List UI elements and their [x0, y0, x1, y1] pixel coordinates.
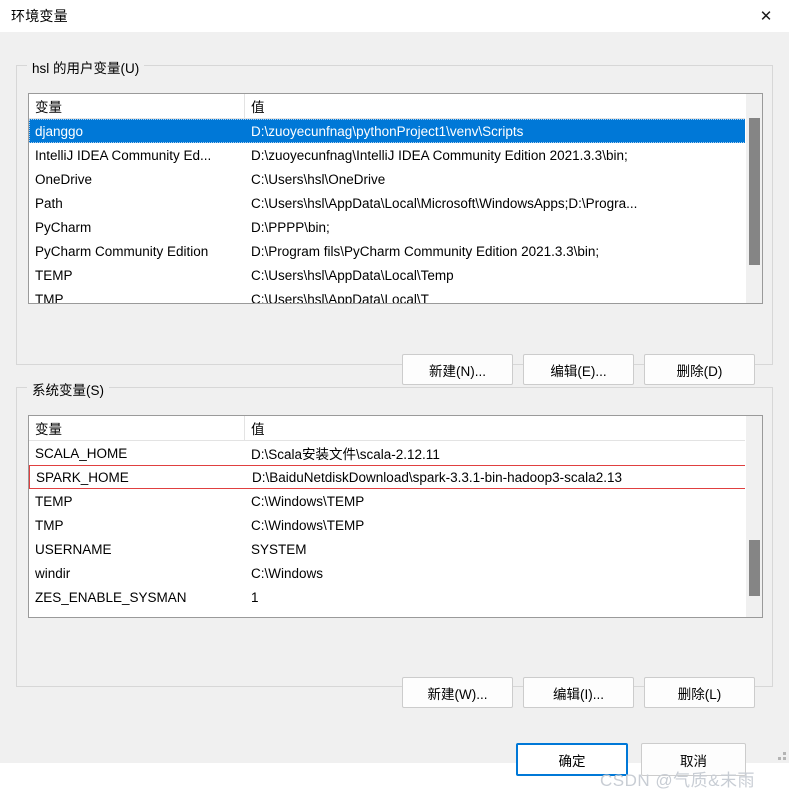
system-variables-legend: 系统变量(S)	[27, 379, 109, 399]
user-list-scrollbar[interactable]	[745, 94, 762, 303]
system-column-header-value[interactable]: 值	[245, 416, 762, 440]
table-row[interactable]: Path C:\Users\hsl\AppData\Local\Microsoft…	[29, 191, 762, 215]
user_section-row-value: D:\zuoyecunfnag\pythonProject1\venv\Scri…	[251, 123, 524, 139]
table-row[interactable]: SCALA_HOME D:\Scala安装文件\scala-2.12.11	[29, 441, 762, 465]
table-row[interactable]: PyCharm D:\PPPP\bin;	[29, 215, 762, 239]
system_section-row-name: windir	[35, 565, 71, 581]
dialog-body: hsl 的用户变量(U) 变量 值 djanggo D:\zuoyecunfnag…	[0, 32, 789, 790]
table-row[interactable]: PyCharm Community Edition D:\Program fils…	[29, 239, 762, 263]
user-list-rows: djanggo D:\zuoyecunfnag\pythonProject1\ve…	[29, 119, 762, 304]
table-row[interactable]: windir C:\Windows	[29, 561, 762, 585]
user-delete-button[interactable]: 删除(D)	[644, 354, 755, 385]
table-row[interactable]: SPARK_HOME D:\BaiduNetdiskDownload\spark-…	[29, 465, 762, 489]
system-edit-button[interactable]: 编辑(I)...	[523, 677, 634, 708]
user-column-header-value[interactable]: 值	[245, 94, 762, 118]
user-new-button[interactable]: 新建(N)...	[402, 354, 513, 385]
user_section-row-value: C:\Users\hsl\AppData\Local\Microsoft\Win…	[251, 195, 638, 211]
system-new-button[interactable]: 新建(W)...	[402, 677, 513, 708]
system-column-header-name[interactable]: 变量	[29, 416, 245, 440]
user_section-row-name: OneDrive	[35, 171, 93, 187]
ok-button[interactable]: 确定	[516, 743, 628, 776]
table-row[interactable]: USERNAME SYSTEM	[29, 537, 762, 561]
user_section-row-name: IntelliJ IDEA Community Ed...	[35, 147, 212, 163]
table-row[interactable]: TEMP C:\Users\hsl\AppData\Local\Temp	[29, 263, 762, 287]
table-row[interactable]: djanggo D:\zuoyecunfnag\pythonProject1\ve…	[29, 119, 762, 143]
user_section-row-name: PyCharm	[35, 219, 92, 235]
user-column-header-name[interactable]: 变量	[29, 94, 245, 118]
table-row[interactable]: OneDrive C:\Users\hsl\OneDrive	[29, 167, 762, 191]
system_section-row-value: SYSTEM	[251, 541, 307, 557]
close-icon[interactable]: ✕	[743, 0, 789, 32]
system_section-row-name: TMP	[35, 517, 64, 533]
resize-grip[interactable]	[774, 748, 786, 760]
user_section-row-value: D:\zuoyecunfnag\IntelliJ IDEA Community …	[251, 147, 628, 163]
user_section-row-name: djanggo	[35, 123, 84, 139]
system-variables-listview[interactable]: 变量 值 SCALA_HOME D:\Scala安装文件\scala-2.12.1…	[28, 415, 763, 618]
system_section-row-name: USERNAME	[35, 541, 112, 557]
system-delete-button[interactable]: 删除(L)	[644, 677, 755, 708]
system-list-header: 变量 值	[29, 416, 762, 441]
table-row[interactable]: ZES_ENABLE_SYSMAN 1	[29, 585, 762, 609]
user-variables-legend: hsl 的用户变量(U)	[27, 57, 145, 77]
system_section-row-value: D:\BaiduNetdiskDownload\spark-3.3.1-bin-…	[252, 469, 622, 485]
table-row[interactable]: IntelliJ IDEA Community Ed... D:\zuoyecun…	[29, 143, 762, 167]
table-row[interactable]: TMP C:\Users\hsl\AppData\Local\T	[29, 287, 762, 304]
system_section-row-name: TEMP	[35, 493, 73, 509]
system_section-row-value: C:\Windows	[251, 565, 324, 581]
system-list-rows: SCALA_HOME D:\Scala安装文件\scala-2.12.11 SPAR…	[29, 441, 762, 609]
system-variables-group: 系统变量(S) 变量 值 SCALA_HOME D:\Scala安装文件\scal…	[16, 379, 773, 687]
system_section-row-value: C:\Windows\TEMP	[251, 493, 365, 509]
user_section-row-value: D:\Program fils\PyCharm Community Editio…	[251, 243, 600, 259]
cancel-button[interactable]: 取消	[641, 743, 746, 776]
user-list-scrollbar-thumb[interactable]	[749, 118, 760, 265]
table-row[interactable]: TEMP C:\Windows\TEMP	[29, 489, 762, 513]
system-list-scrollbar[interactable]	[745, 416, 762, 617]
system_section-row-value: C:\Windows\TEMP	[251, 517, 365, 533]
system-list-scrollbar-thumb[interactable]	[749, 540, 760, 596]
system_section-row-name: ZES_ENABLE_SYSMAN	[35, 589, 187, 605]
table-row[interactable]: TMP C:\Windows\TEMP	[29, 513, 762, 537]
system_section-row-name: SPARK_HOME	[36, 469, 129, 485]
system_section-row-value: 1	[251, 589, 259, 605]
user_section-row-value: C:\Users\hsl\AppData\Local\T	[251, 291, 429, 304]
user_section-row-name: TMP	[35, 291, 64, 304]
user_section-row-value: C:\Users\hsl\OneDrive	[251, 171, 386, 187]
user_section-row-name: Path	[35, 195, 63, 211]
user-variables-listview[interactable]: 变量 值 djanggo D:\zuoyecunfnag\pythonProjec…	[28, 93, 763, 304]
user_section-row-name: PyCharm Community Edition	[35, 243, 209, 259]
system_section-row-name: SCALA_HOME	[35, 445, 128, 461]
user-list-header: 变量 值	[29, 94, 762, 119]
title-bar: 环境变量 ✕	[0, 0, 789, 32]
user-edit-button[interactable]: 编辑(E)...	[523, 354, 634, 385]
user-variables-group: hsl 的用户变量(U) 变量 值 djanggo D:\zuoyecunfnag…	[16, 57, 773, 365]
user_section-row-value: D:\PPPP\bin;	[251, 219, 330, 235]
user_section-row-value: C:\Users\hsl\AppData\Local\Temp	[251, 267, 454, 283]
user_section-row-name: TEMP	[35, 267, 73, 283]
window-title: 环境变量	[11, 8, 68, 24]
system_section-row-value: D:\Scala安装文件\scala-2.12.11	[251, 447, 440, 462]
